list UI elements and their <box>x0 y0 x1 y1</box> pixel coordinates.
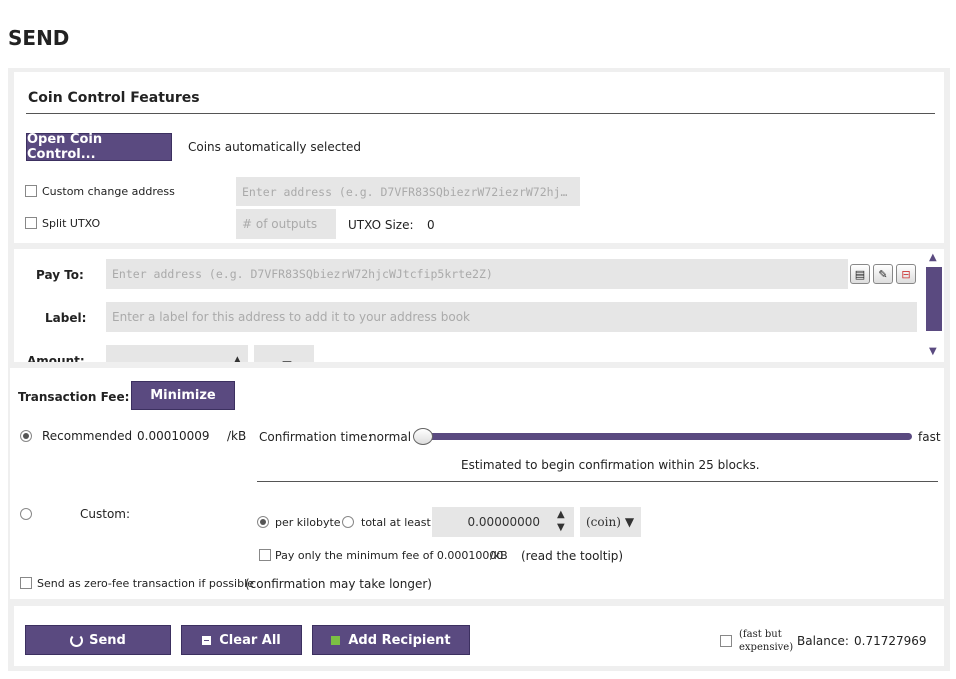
min-fee-unit: /kB <box>490 549 508 562</box>
recommended-fee-value: 0.00010009 <box>137 429 210 443</box>
confirmation-time-label: Confirmation time: <box>259 430 372 444</box>
custom-change-address-input[interactable]: Enter address (e.g. D7VFR83SQbiezrW72iez… <box>236 177 580 206</box>
confirmation-estimate: Estimated to begin confirmation within 2… <box>461 458 760 472</box>
scroll-thumb[interactable] <box>926 267 942 331</box>
confirmation-slider-track[interactable] <box>422 433 912 440</box>
zero-fee-label: Send as zero-fee transaction if possible <box>37 577 254 590</box>
fee-unit-value: (coin) <box>586 515 621 529</box>
fee-unit-select[interactable]: (coin) ▼ <box>580 507 641 537</box>
paste-icon[interactable]: ✎ <box>873 264 893 284</box>
recipient-panel: Pay To: Enter address (e.g. D7VFR83SQbie… <box>14 249 924 362</box>
split-utxo-label: Split UTXO <box>42 217 101 230</box>
custom-fee-radio[interactable] <box>20 508 32 520</box>
balance-value: 0.71727969 <box>854 634 927 648</box>
add-icon <box>331 635 341 645</box>
custom-change-checkbox[interactable] <box>25 185 37 197</box>
slider-fast-label: fast <box>918 430 941 444</box>
utxo-size-label: UTXO Size: <box>348 218 414 232</box>
total-at-least-label: total at least <box>361 516 431 529</box>
clear-all-label: Clear All <box>219 632 281 648</box>
recommended-label: Recommended <box>42 429 133 443</box>
clear-icon <box>202 635 212 645</box>
balance-label: Balance: <box>797 634 849 648</box>
custom-fee-spin-icon[interactable]: ▲ ▼ <box>557 508 565 534</box>
scroll-up-icon[interactable]: ▲ <box>929 252 937 263</box>
page-title: SEND <box>8 26 70 50</box>
fee-panel: Transaction Fee: Minimize Recommended 0.… <box>10 368 944 599</box>
add-recipient-label: Add Recipient <box>348 632 451 648</box>
zero-fee-checkbox[interactable] <box>20 577 32 589</box>
chevron-down-icon: ▼ <box>624 515 635 529</box>
transaction-fee-label: Transaction Fee: <box>18 390 130 404</box>
confirmation-slider-handle[interactable] <box>413 428 433 445</box>
open-coin-control-button[interactable]: Open Coin Control... <box>26 132 172 162</box>
send-icon <box>70 633 84 647</box>
custom-fee-amount-input[interactable]: 0.00000000 <box>432 507 574 537</box>
recipient-scrollbar[interactable]: ▲ ▼ <box>924 249 944 362</box>
custom-fee-label: Custom: <box>80 507 131 521</box>
label-label: Label: <box>45 311 87 325</box>
per-kilobyte-radio[interactable] <box>257 516 269 528</box>
total-at-least-radio[interactable] <box>342 516 354 528</box>
outputs-input[interactable]: # of outputs <box>236 209 336 239</box>
fast-expensive-label: (fast but expensive) <box>739 628 793 654</box>
fee-divider <box>257 481 938 482</box>
fast-label-line2: expensive) <box>739 642 794 653</box>
remove-recipient-icon[interactable]: ⊟ <box>896 264 916 284</box>
fast-label-line1: (fast but <box>739 629 782 640</box>
split-utxo-checkbox[interactable] <box>25 217 37 229</box>
minimize-button[interactable]: Minimize <box>131 381 235 410</box>
scroll-down-icon[interactable]: ▼ <box>929 346 937 357</box>
pay-to-input[interactable]: Enter address (e.g. D7VFR83SQbiezrW72hjc… <box>106 259 848 289</box>
min-fee-label: Pay only the minimum fee of 0.00010000 <box>275 549 504 562</box>
send-button[interactable]: Send <box>25 625 171 655</box>
utxo-size-value: 0 <box>427 218 435 232</box>
amount-input[interactable]: ▲ <box>106 345 248 362</box>
send-button-label: Send <box>89 632 126 648</box>
coin-control-panel: Coin Control Features Open Coin Control.… <box>14 72 944 243</box>
coin-control-heading: Coin Control Features <box>28 90 200 106</box>
slider-normal-label: normal <box>369 430 412 444</box>
address-book-icon[interactable]: ▤ <box>850 264 870 284</box>
send-container: Coin Control Features Open Coin Control.… <box>8 68 950 671</box>
coin-control-status: Coins automatically selected <box>188 140 362 154</box>
clear-all-button[interactable]: Clear All <box>181 625 302 655</box>
fast-expensive-checkbox[interactable] <box>720 635 732 647</box>
amount-unit-select[interactable]: ▼ <box>254 345 314 362</box>
recommended-radio[interactable] <box>20 430 32 442</box>
amount-label: Amount: <box>27 354 85 362</box>
pay-to-label: Pay To: <box>36 268 84 282</box>
tooltip-hint: (read the tooltip) <box>521 549 624 563</box>
custom-change-label: Custom change address <box>42 185 175 198</box>
zero-fee-note: (confirmation may take longer) <box>245 577 432 591</box>
min-fee-checkbox[interactable] <box>259 549 271 561</box>
label-input[interactable]: Enter a label for this address to add it… <box>106 302 917 332</box>
per-kilobyte-label: per kilobyte <box>275 516 341 529</box>
actions-panel: Send Clear All Add Recipient (fast but e… <box>14 606 944 666</box>
add-recipient-button[interactable]: Add Recipient <box>312 625 470 655</box>
heading-divider <box>26 113 935 114</box>
recommended-fee-unit: /kB <box>227 429 247 443</box>
custom-fee-amount-value: 0.00000000 <box>467 515 540 529</box>
